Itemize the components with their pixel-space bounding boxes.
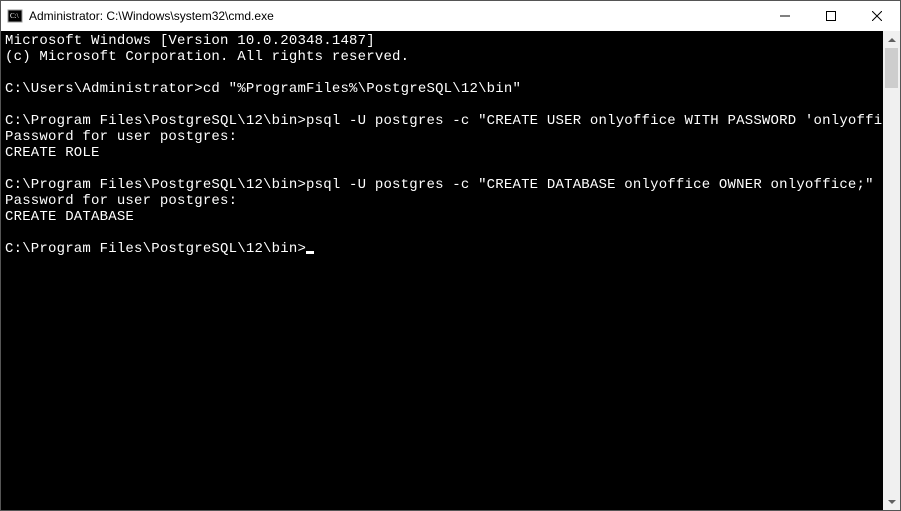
scroll-down-button[interactable] bbox=[883, 493, 900, 510]
close-button[interactable] bbox=[854, 1, 900, 31]
terminal-line: (c) Microsoft Corporation. All rights re… bbox=[5, 49, 883, 65]
cmd-icon: C:\ bbox=[7, 8, 23, 24]
terminal-container: Microsoft Windows [Version 10.0.20348.14… bbox=[1, 31, 900, 510]
terminal-line: Password for user postgres: bbox=[5, 193, 883, 209]
blank-line bbox=[5, 97, 883, 113]
chevron-up-icon bbox=[888, 38, 896, 42]
minimize-button[interactable] bbox=[762, 1, 808, 31]
blank-line bbox=[5, 161, 883, 177]
titlebar[interactable]: C:\ Administrator: C:\Windows\system32\c… bbox=[1, 1, 900, 31]
terminal-line: Microsoft Windows [Version 10.0.20348.14… bbox=[5, 33, 883, 49]
svg-text:C:\: C:\ bbox=[10, 12, 19, 20]
terminal-line: C:\Program Files\PostgreSQL\12\bin>psql … bbox=[5, 177, 883, 193]
window-controls bbox=[762, 1, 900, 31]
blank-line bbox=[5, 65, 883, 81]
terminal-line: Password for user postgres: bbox=[5, 129, 883, 145]
terminal-line: C:\Users\Administrator>cd "%ProgramFiles… bbox=[5, 81, 883, 97]
cmd-window: C:\ Administrator: C:\Windows\system32\c… bbox=[0, 0, 901, 511]
blank-line bbox=[5, 225, 883, 241]
vertical-scrollbar[interactable] bbox=[883, 31, 900, 510]
chevron-down-icon bbox=[888, 500, 896, 504]
terminal-line: C:\Program Files\PostgreSQL\12\bin>psql … bbox=[5, 113, 883, 129]
maximize-button[interactable] bbox=[808, 1, 854, 31]
cursor bbox=[306, 251, 314, 254]
window-title: Administrator: C:\Windows\system32\cmd.e… bbox=[29, 9, 274, 23]
terminal-line: CREATE DATABASE bbox=[5, 209, 883, 225]
scrollbar-track[interactable] bbox=[883, 48, 900, 493]
terminal-prompt: C:\Program Files\PostgreSQL\12\bin> bbox=[5, 241, 306, 257]
scroll-up-button[interactable] bbox=[883, 31, 900, 48]
terminal-line: CREATE ROLE bbox=[5, 145, 883, 161]
terminal-output[interactable]: Microsoft Windows [Version 10.0.20348.14… bbox=[1, 31, 883, 510]
scrollbar-thumb[interactable] bbox=[885, 48, 898, 88]
